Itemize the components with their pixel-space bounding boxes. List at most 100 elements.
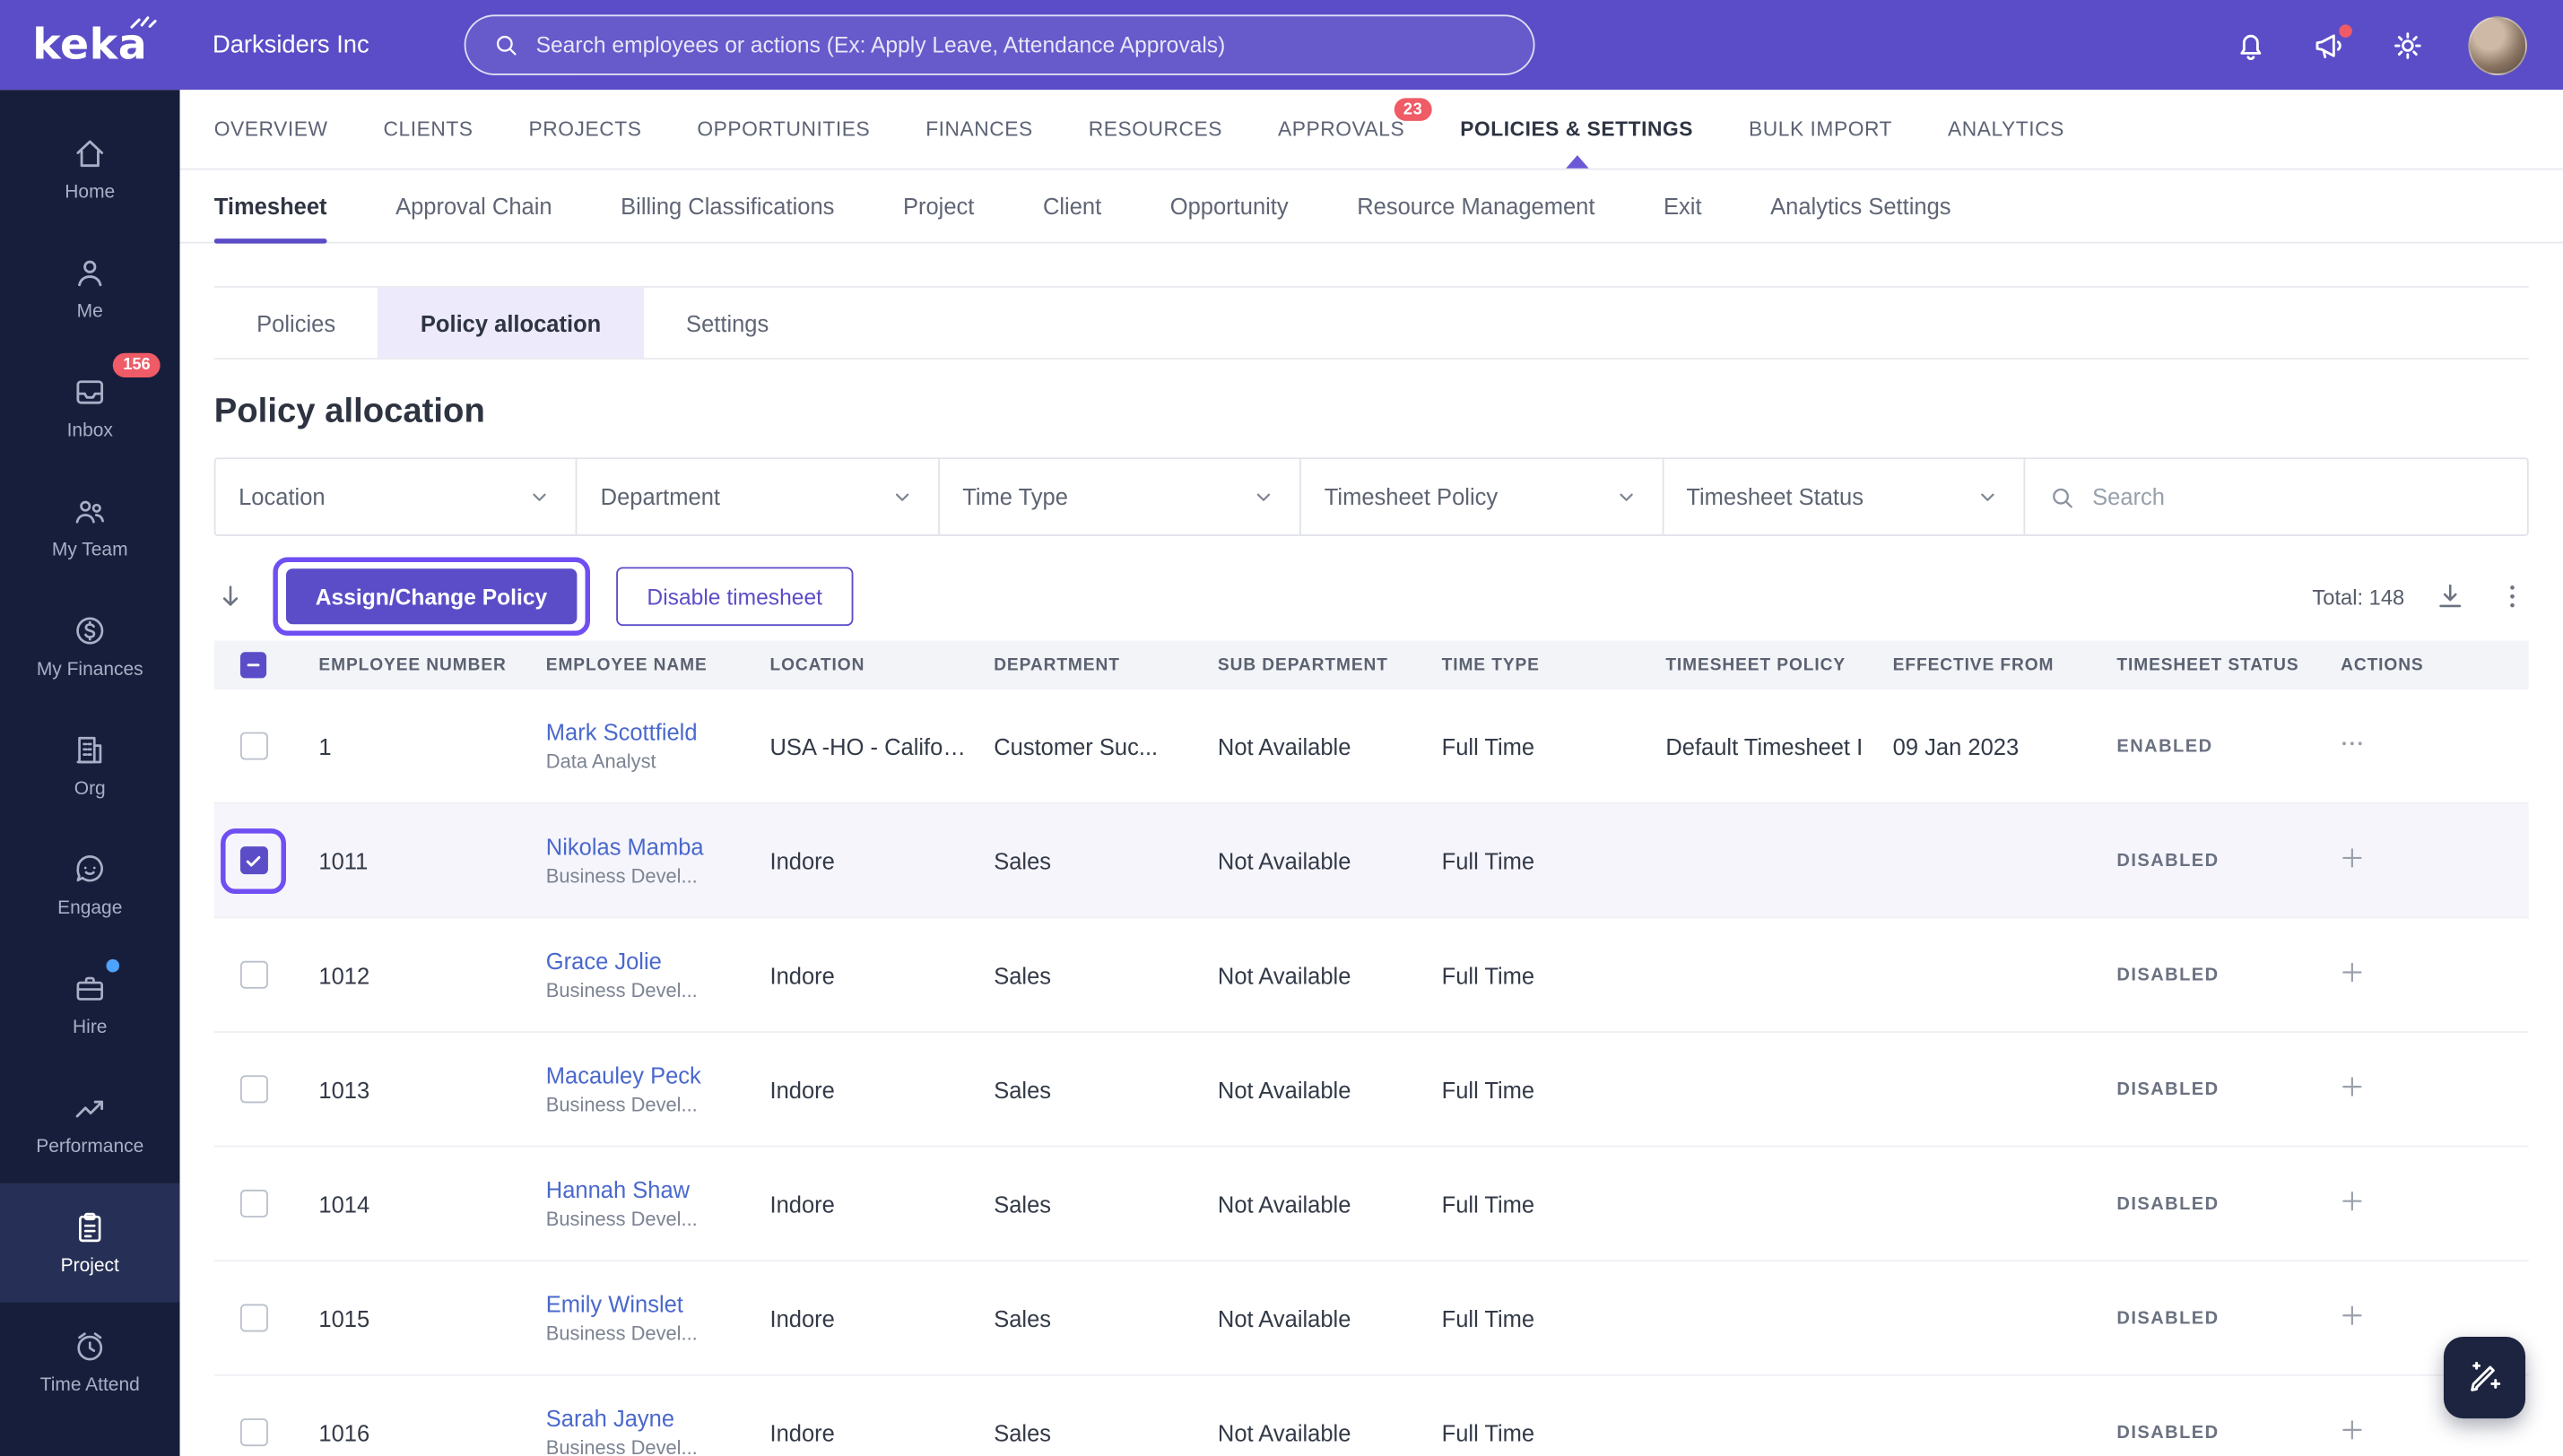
row-add-icon[interactable] — [2337, 1415, 2367, 1444]
row-checkbox[interactable] — [239, 960, 268, 989]
subnav-item-approval-chain[interactable]: Approval Chain — [395, 170, 552, 242]
filter-location[interactable]: Location — [216, 459, 578, 535]
subnav-item-resource-management[interactable]: Resource Management — [1357, 170, 1594, 242]
settings-gear-icon[interactable] — [2390, 27, 2426, 63]
nav-item-analytics[interactable]: ANALYTICS — [1948, 90, 2064, 168]
sidebar-item-my-team[interactable]: My Team — [0, 467, 179, 586]
employee-name-cell: Grace Jolie Business Devel... — [520, 948, 744, 1001]
row-actions-cell — [2315, 1072, 2529, 1106]
sidebar-item-inbox[interactable]: Inbox 156 — [0, 348, 179, 467]
employee-number: 1014 — [318, 1190, 370, 1218]
nav-item-bulk-import[interactable]: BULK IMPORT — [1749, 90, 1892, 168]
nav-item-finances[interactable]: FINANCES — [925, 90, 1033, 168]
row-checkbox[interactable] — [239, 1304, 268, 1332]
employee-name-link[interactable]: Sarah Jayne — [546, 1406, 744, 1432]
main-nav: OVERVIEW CLIENTS PROJECTS OPPORTUNITIES … — [179, 90, 2563, 170]
row-checkbox[interactable] — [239, 732, 268, 760]
more-options-icon[interactable] — [2496, 580, 2528, 612]
sidebar-item-org[interactable]: Org — [0, 706, 179, 825]
subnav-item-client[interactable]: Client — [1043, 170, 1101, 242]
subnav-item-timesheet[interactable]: Timesheet — [213, 170, 327, 244]
sidebar-item-label: Org — [74, 779, 106, 800]
global-search-input[interactable] — [535, 32, 1507, 57]
disable-timesheet-button[interactable]: Disable timesheet — [615, 567, 854, 627]
clipboard-icon — [72, 1209, 108, 1245]
table-search-input[interactable] — [2092, 483, 2505, 510]
nav-item-approvals[interactable]: APPROVALS 23 — [1278, 90, 1433, 168]
employee-sub-department: Not Available — [1217, 847, 1351, 874]
search-icon — [2048, 483, 2076, 511]
clock-icon — [72, 1329, 108, 1365]
employee-name-link[interactable]: Nikolas Mamba — [546, 834, 744, 860]
keka-logo[interactable]: keka — [0, 0, 179, 90]
sidebar-item-hire[interactable]: Hire — [0, 945, 179, 1064]
nav-item-overview[interactable]: OVERVIEW — [214, 90, 328, 168]
nav-item-projects[interactable]: PROJECTS — [529, 90, 642, 168]
sidebar-item-project[interactable]: Project — [0, 1183, 180, 1303]
row-checkbox[interactable] — [239, 846, 268, 875]
nav-item-opportunities[interactable]: OPPORTUNITIES — [697, 90, 870, 168]
tab-policy-allocation[interactable]: Policy allocation — [378, 287, 644, 359]
row-checkbox[interactable] — [239, 1418, 268, 1447]
sidebar-item-my-finances[interactable]: My Finances — [0, 586, 179, 706]
employee-role: Business Devel... — [545, 1436, 698, 1456]
tab-label: Policies — [256, 309, 336, 336]
sidebar-item-time-attend[interactable]: Time Attend — [0, 1303, 179, 1422]
search-icon — [491, 31, 519, 59]
announcements-button[interactable] — [2311, 20, 2356, 63]
filter-label: Timesheet Policy — [1324, 483, 1499, 510]
tab-label: Settings — [686, 309, 769, 336]
sidebar-item-engage[interactable]: Engage — [0, 825, 179, 944]
user-avatar[interactable] — [2468, 15, 2527, 74]
subnav-item-project[interactable]: Project — [903, 170, 974, 242]
row-add-icon[interactable] — [2337, 1072, 2367, 1102]
sidebar-item-home[interactable]: Home — [0, 109, 179, 229]
employee-name-link[interactable]: Macauley Peck — [546, 1062, 744, 1088]
subnav-item-billing-classifications[interactable]: Billing Classifications — [621, 170, 834, 242]
download-icon[interactable] — [2434, 580, 2466, 612]
row-add-icon[interactable] — [2337, 1301, 2367, 1330]
row-menu-icon[interactable] — [2337, 729, 2367, 758]
sidebar-item-me[interactable]: Me — [0, 229, 179, 348]
assign-change-policy-button[interactable]: Assign/Change Policy — [285, 568, 578, 625]
row-checkbox[interactable] — [239, 1075, 268, 1104]
sidebar-item-label: My Team — [51, 541, 128, 561]
subnav-item-analytics-settings[interactable]: Analytics Settings — [1770, 170, 1950, 242]
row-add-icon[interactable] — [2337, 844, 2367, 873]
global-search[interactable] — [464, 14, 1535, 75]
tab-settings[interactable]: Settings — [644, 288, 812, 358]
nav-item-clients[interactable]: CLIENTS — [384, 90, 474, 168]
employee-sub-department: Not Available — [1217, 732, 1351, 759]
row-checkbox[interactable] — [239, 1189, 268, 1218]
table-row: 1 Mark Scottfield Data Analyst USA -HO -… — [213, 689, 2529, 804]
col-actions: ACTIONS — [2341, 654, 2424, 675]
row-add-icon[interactable] — [2337, 958, 2367, 987]
row-add-icon[interactable] — [2337, 1186, 2367, 1216]
employee-name-link[interactable]: Hannah Shaw — [546, 1176, 744, 1202]
subnav-item-exit[interactable]: Exit — [1664, 170, 1702, 242]
nav-item-policies-settings[interactable]: POLICIES & SETTINGS — [1460, 90, 1693, 168]
subnav-item-opportunity[interactable]: Opportunity — [1170, 170, 1289, 242]
nav-item-label: FINANCES — [925, 117, 1033, 141]
arrow-down-icon[interactable] — [214, 580, 247, 612]
ai-assistant-fab[interactable] — [2443, 1336, 2526, 1419]
bell-icon[interactable] — [2233, 27, 2269, 63]
filter-timesheet-policy[interactable]: Timesheet Policy — [1301, 459, 1664, 535]
employee-name-link[interactable]: Grace Jolie — [546, 948, 744, 974]
sidebar-item-performance[interactable]: Performance — [0, 1064, 179, 1183]
table-search[interactable] — [2025, 459, 2527, 534]
employee-department: Sales — [994, 1419, 1052, 1446]
filter-time-type[interactable]: Time Type — [940, 459, 1302, 535]
filter-timesheet-status[interactable]: Timesheet Status — [1664, 459, 2026, 535]
tab-policies[interactable]: Policies — [214, 288, 378, 358]
employee-name-link[interactable]: Mark Scottfield — [546, 719, 744, 745]
nav-item-resources[interactable]: RESOURCES — [1089, 90, 1222, 168]
policy-table: EMPLOYEE NUMBER EMPLOYEE NAME LOCATION DEPA… — [213, 640, 2529, 1456]
filter-label: Location — [239, 483, 326, 510]
filter-department[interactable]: Department — [578, 459, 940, 535]
employee-number: 1 — [318, 732, 332, 759]
announcements-badge — [2335, 20, 2356, 40]
select-all-checkbox[interactable] — [239, 652, 267, 679]
sidebar-badge: 156 — [113, 352, 161, 378]
employee-name-link[interactable]: Emily Winslet — [546, 1291, 744, 1317]
